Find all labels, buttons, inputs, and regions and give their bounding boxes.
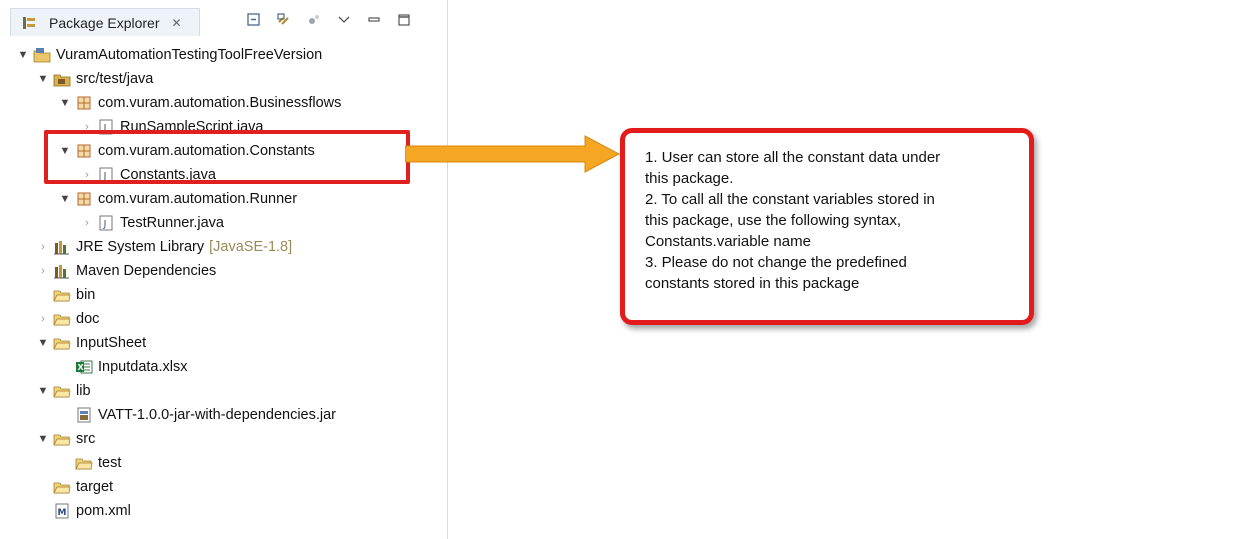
- tree-item-folder[interactable]: test: [72, 452, 121, 474]
- tree-item-label: lib: [76, 383, 91, 399]
- callout-arrow: [405, 135, 621, 173]
- tree-item-label: pom.xml: [76, 503, 131, 519]
- folder-icon: [75, 455, 93, 471]
- tree-item-label: target: [76, 479, 114, 495]
- svg-text:J: J: [103, 219, 107, 230]
- minimize-icon[interactable]: [366, 12, 382, 28]
- view-menu-icon[interactable]: [336, 12, 352, 28]
- tree-item-folder[interactable]: ▼ lib: [36, 380, 91, 402]
- tree-item-label: bin: [76, 287, 96, 303]
- chevron-down-icon[interactable]: ▼: [36, 73, 50, 85]
- package-explorer-icon: [20, 15, 38, 31]
- focus-icon[interactable]: [306, 12, 322, 28]
- highlight-box: [44, 130, 410, 184]
- tree-item-label: TestRunner.java: [120, 215, 224, 231]
- callout-line: Constants.variable name: [645, 233, 811, 250]
- tree-item-package[interactable]: ▼ com.vuram.automation.Runner: [58, 188, 298, 210]
- callout-line: constants stored in this package: [645, 275, 860, 292]
- tree-item-folder[interactable]: target: [50, 476, 113, 498]
- callout-line: this package, use the following syntax,: [645, 212, 901, 229]
- tree-item-label: com.vuram.automation.Businessflows: [98, 95, 342, 111]
- maven-pom-icon: M: [53, 503, 71, 519]
- chevron-down-icon[interactable]: ▼: [16, 49, 30, 61]
- tree-item-file[interactable]: X Inputdata.xlsx: [72, 356, 187, 378]
- tree-item-folder[interactable]: bin: [50, 284, 95, 306]
- chevron-right-icon[interactable]: ›: [80, 217, 94, 229]
- package-explorer-tab[interactable]: Package Explorer ✕: [10, 8, 200, 36]
- tree-item-library[interactable]: › Maven Dependencies: [36, 260, 216, 282]
- callout-line: 2. To call all the constant variables st…: [645, 191, 935, 208]
- tree-item-label: src/test/java: [76, 71, 154, 87]
- tree-item-library[interactable]: › JRE System Library [JavaSE-1.8]: [36, 236, 292, 258]
- tree-item-label: VATT-1.0.0-jar-with-dependencies.jar: [98, 407, 337, 423]
- chevron-down-icon[interactable]: ▼: [36, 385, 50, 397]
- tree-item-label: doc: [76, 311, 100, 327]
- callout-line: 1. User can store all the constant data …: [645, 149, 941, 166]
- tree-item-label: InputSheet: [76, 335, 147, 351]
- folder-icon: [53, 287, 71, 303]
- source-folder-icon: [53, 71, 71, 87]
- excel-file-icon: X: [75, 359, 93, 375]
- tree-item-project[interactable]: ▼ VuramAutomationTestingToolFreeVersion: [16, 44, 323, 66]
- callout-line: this package.: [645, 170, 734, 187]
- package-explorer-panel: Package Explorer ✕ ▼ VuramAutomationTest…: [0, 0, 448, 539]
- tree-item-folder[interactable]: ▼ src: [36, 428, 96, 450]
- chevron-right-icon[interactable]: ›: [36, 313, 50, 325]
- folder-icon: [53, 479, 71, 495]
- folder-icon: [53, 311, 71, 327]
- chevron-down-icon[interactable]: ▼: [58, 97, 72, 109]
- library-icon: [53, 239, 71, 255]
- tree-item-java-file[interactable]: › J TestRunner.java: [80, 212, 224, 234]
- chevron-down-icon[interactable]: ▼: [58, 193, 72, 205]
- chevron-down-icon[interactable]: ▼: [36, 433, 50, 445]
- tree-item-file[interactable]: M pom.xml: [50, 500, 131, 522]
- tree-item-file[interactable]: VATT-1.0.0-jar-with-dependencies.jar: [72, 404, 336, 426]
- tree-item-folder[interactable]: › doc: [36, 308, 99, 330]
- project-icon: [33, 47, 51, 63]
- view-title: Package Explorer: [49, 14, 160, 31]
- tree-item-label: Maven Dependencies: [76, 263, 217, 279]
- tree-item-package[interactable]: ▼ com.vuram.automation.Businessflows: [58, 92, 342, 114]
- folder-icon: [53, 335, 71, 351]
- close-icon[interactable]: ✕: [172, 16, 182, 30]
- link-with-editor-icon[interactable]: [276, 12, 292, 28]
- tree-item-source-folder[interactable]: ▼ src/test/java: [36, 68, 154, 90]
- annotation-callout: 1. User can store all the constant data …: [620, 128, 1034, 325]
- svg-text:M: M: [58, 508, 67, 518]
- tree-item-label: JRE System Library: [76, 239, 205, 255]
- collapse-all-icon[interactable]: [246, 12, 262, 28]
- java-file-icon: J: [97, 215, 115, 231]
- chevron-right-icon[interactable]: ›: [36, 241, 50, 253]
- jar-file-icon: [75, 407, 93, 423]
- library-icon: [53, 263, 71, 279]
- package-icon: [75, 191, 93, 207]
- tree-item-folder[interactable]: ▼ InputSheet: [36, 332, 147, 354]
- callout-line: 3. Please do not change the predefined: [645, 254, 907, 271]
- chevron-right-icon[interactable]: ›: [36, 265, 50, 277]
- view-header: Package Explorer ✕: [6, 6, 446, 36]
- view-toolbar: [246, 12, 412, 28]
- tree-item-label: test: [98, 455, 122, 471]
- package-icon: [75, 95, 93, 111]
- folder-icon: [53, 431, 71, 447]
- maximize-icon[interactable]: [396, 12, 412, 28]
- folder-icon: [53, 383, 71, 399]
- tree-item-label: src: [76, 431, 96, 447]
- tree-item-label: VuramAutomationTestingToolFreeVersion: [56, 47, 323, 63]
- tree-item-label: com.vuram.automation.Runner: [98, 191, 298, 207]
- tree-item-label: Inputdata.xlsx: [98, 359, 188, 375]
- tree-item-decoration: [JavaSE-1.8]: [209, 239, 293, 255]
- svg-text:X: X: [78, 363, 85, 372]
- chevron-down-icon[interactable]: ▼: [36, 337, 50, 349]
